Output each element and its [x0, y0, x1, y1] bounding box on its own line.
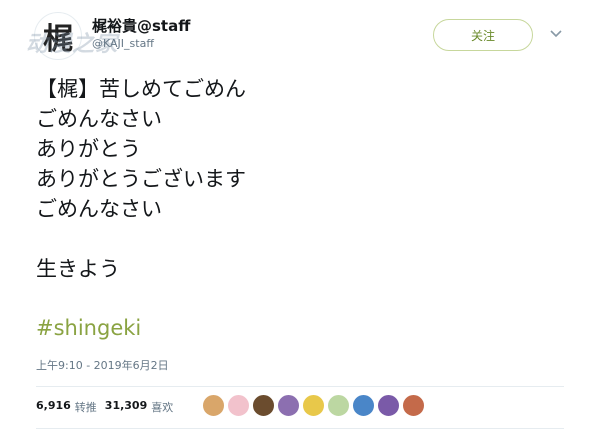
- liker-avatar[interactable]: [327, 394, 350, 417]
- retweet-label: 转推: [74, 401, 97, 414]
- author-handle[interactable]: @KAJI_staff: [92, 37, 154, 50]
- liker-avatar[interactable]: [402, 394, 425, 417]
- liker-avatar[interactable]: [277, 394, 300, 417]
- divider: [36, 428, 564, 429]
- tweet-line: 生きよう: [36, 257, 120, 281]
- retweet-stat[interactable]: 6,916 转推: [36, 399, 97, 415]
- follow-button[interactable]: 关注: [433, 19, 533, 51]
- liker-avatar[interactable]: [302, 394, 325, 417]
- tweet-line: 【梶】苦しめてごめん: [36, 77, 246, 101]
- author-name[interactable]: 梶裕貴@staff: [92, 15, 190, 36]
- tweet-line: ごめんなさい: [36, 107, 162, 131]
- tweet-text: 【梶】苦しめてごめん ごめんなさい ありがとう ありがとうございます ごめんなさ…: [36, 74, 246, 284]
- divider: [36, 386, 564, 387]
- tweet-line: ありがとう: [36, 137, 141, 161]
- liker-avatars: [202, 394, 425, 417]
- tweet-line: [36, 224, 246, 254]
- liker-avatar[interactable]: [227, 394, 250, 417]
- liker-avatar[interactable]: [202, 394, 225, 417]
- chevron-down-icon[interactable]: [549, 26, 563, 40]
- tweet-timestamp[interactable]: 上午9:10 - 2019年6月2日: [36, 357, 169, 373]
- tweet-line: ごめんなさい: [36, 197, 162, 221]
- like-stat[interactable]: 31,309 喜欢: [105, 399, 173, 415]
- tweet-stats: 6,916 转推 31,309 喜欢: [36, 399, 173, 415]
- liker-avatar[interactable]: [252, 394, 275, 417]
- liker-avatar[interactable]: [352, 394, 375, 417]
- tweet-line: ありがとうございます: [36, 167, 246, 191]
- retweet-count: 6,916: [36, 399, 71, 412]
- hashtag-link[interactable]: #shingeki: [36, 316, 141, 340]
- liker-avatar[interactable]: [377, 394, 400, 417]
- like-label: 喜欢: [151, 401, 174, 414]
- like-count: 31,309: [104, 399, 148, 412]
